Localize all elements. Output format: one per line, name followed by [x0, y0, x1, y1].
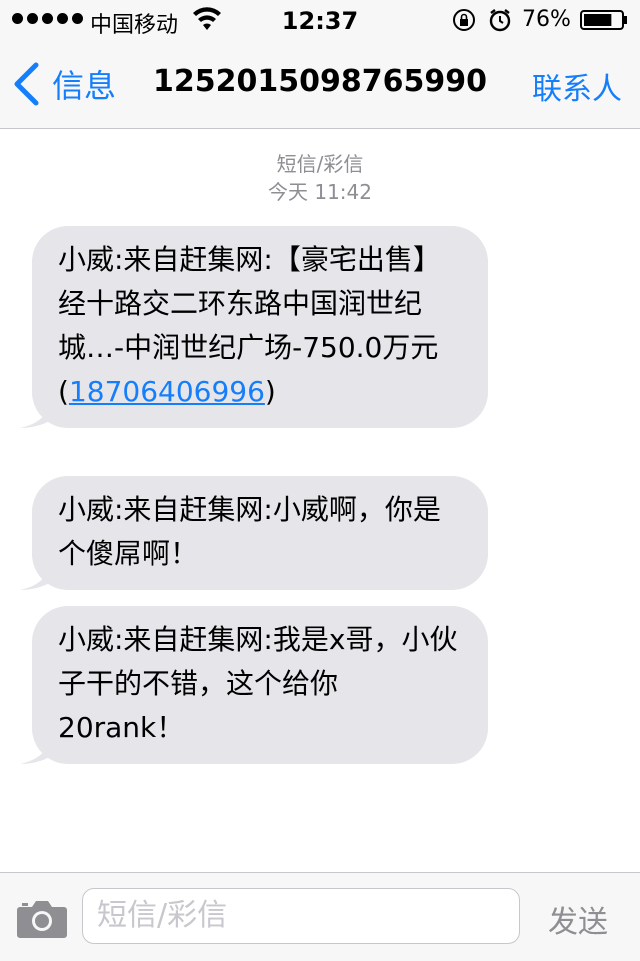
- conversation-title: 1252015098765990: [153, 64, 487, 99]
- message-input[interactable]: 短信/彩信: [82, 888, 520, 944]
- alarm-icon: [489, 9, 511, 32]
- back-button[interactable]: 信息: [12, 60, 116, 108]
- phone-number-link[interactable]: 18706406996: [69, 375, 265, 408]
- message-bubble[interactable]: 小威:来自赶集网:我是x哥，小伙子干的不错，这个给你20rank！: [20, 606, 488, 764]
- thread-timestamp: 今天 11:42: [268, 180, 372, 204]
- chevron-left-icon: [14, 62, 39, 106]
- message-bubble[interactable]: 小威:来自赶集网:【豪宅出售】经十路交二环东路中国润世纪城…-中润世纪广场-75…: [20, 226, 488, 428]
- camera-icon[interactable]: [16, 897, 68, 939]
- battery-icon: [580, 10, 627, 30]
- composer-bar: 短信/彩信 发送: [0, 872, 640, 961]
- message-text: 小威:来自赶集网:我是x哥，小伙子干的不错，这个给你20rank！: [58, 623, 458, 744]
- send-button[interactable]: 发送: [548, 897, 608, 941]
- bubble-tail: [20, 398, 54, 428]
- navigation-bar: 信息 1252015098765990 联系人: [0, 40, 640, 129]
- message-text-tail: ): [264, 375, 276, 408]
- rotation-lock-icon: [453, 9, 475, 31]
- thread-header: 短信/彩信 今天 11:42: [0, 150, 640, 206]
- message-type-label: 短信/彩信: [276, 152, 364, 176]
- bubble-tail: [20, 734, 54, 764]
- bubble-tail: [20, 560, 54, 590]
- battery-percentage: 76%: [522, 7, 571, 32]
- message-text: 小威:来自赶集网:小威啊，你是个傻屌啊！: [58, 493, 441, 570]
- contacts-button[interactable]: 联系人: [532, 64, 622, 108]
- status-bar: 中国移动 12:37 76%: [0, 0, 640, 40]
- message-bubble[interactable]: 小威:来自赶集网:小威啊，你是个傻屌啊！: [20, 476, 488, 590]
- back-button-label: 信息: [52, 67, 117, 105]
